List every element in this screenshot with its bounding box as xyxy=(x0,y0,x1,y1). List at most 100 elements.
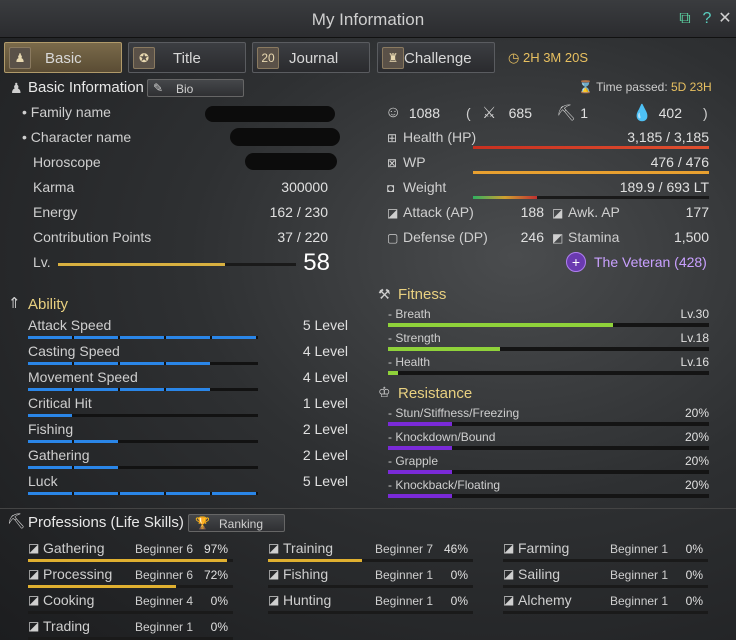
profession-grade: Beginner 1 xyxy=(375,568,434,582)
ap-label: Attack (AP) xyxy=(403,204,474,220)
time-passed: ⌛ Time passed: 5D 23H xyxy=(578,80,712,94)
profession-label[interactable]: Cooking xyxy=(43,592,94,608)
ability-bar-segment xyxy=(166,388,210,391)
contribution-points-label: Contribution Points xyxy=(33,229,152,245)
tab-basic-label: Basic xyxy=(45,50,82,67)
resistance-value: 20% xyxy=(684,430,709,444)
ability-bar-segment xyxy=(74,466,118,469)
profession-label[interactable]: Fishing xyxy=(283,566,328,582)
resistance-value: 20% xyxy=(684,406,709,420)
tab-title[interactable]: ✪ Title xyxy=(128,42,246,73)
dp-label: Defense (DP) xyxy=(403,229,488,245)
tab-challenge[interactable]: ♜ Challenge xyxy=(377,42,495,73)
profession-label[interactable]: Sailing xyxy=(518,566,560,582)
profession-label[interactable]: Gathering xyxy=(43,540,104,556)
life-stat: 1 xyxy=(580,105,588,121)
ability-bar-segment xyxy=(212,336,256,339)
ability-bar xyxy=(28,414,258,417)
redacted-horoscope xyxy=(245,153,337,170)
profession-bar xyxy=(268,585,473,588)
trophy-icon: 🏆 xyxy=(195,516,210,530)
resistance-value: 20% xyxy=(684,478,709,492)
ranking-button[interactable]: 🏆 Ranking xyxy=(188,514,285,532)
pickaxe-icon: ⛏ xyxy=(7,513,27,530)
medal-icon: ✪ xyxy=(133,47,155,69)
profession-label[interactable]: Trading xyxy=(43,618,90,634)
ability-bar xyxy=(28,440,258,443)
fitness-bar-fill xyxy=(388,371,398,375)
plus-icon: ⊞ xyxy=(387,131,398,145)
weight-fill xyxy=(473,196,537,199)
profession-label[interactable]: Hunting xyxy=(283,592,331,608)
tab-journal[interactable]: 20 Journal xyxy=(252,42,370,73)
help-icon[interactable]: ? xyxy=(698,10,716,28)
wp-label: WP xyxy=(403,154,426,170)
family-name-label: Family name xyxy=(30,104,111,120)
ability-bar-segment xyxy=(74,414,118,417)
title-bar[interactable]: My Information ⧉ ? ✕ xyxy=(0,0,736,38)
calendar-icon: 20 xyxy=(257,47,279,69)
ability-bar-segment xyxy=(166,336,210,339)
level-progress-fill xyxy=(58,263,225,266)
profession-grade: Beginner 1 xyxy=(610,594,669,608)
equipped-title[interactable]: The Veteran (428) xyxy=(594,254,707,270)
close-icon[interactable]: ✕ xyxy=(716,10,734,28)
profession-percent: 0% xyxy=(685,594,703,608)
level-value: 58 xyxy=(303,249,330,276)
profession-label[interactable]: Alchemy xyxy=(518,592,572,608)
quill-icon: ✎ xyxy=(153,81,164,95)
ability-bar-segment xyxy=(120,388,164,391)
resistance-value: 20% xyxy=(684,454,709,468)
ability-bar-segment xyxy=(166,466,210,469)
profession-label[interactable]: Farming xyxy=(518,540,569,556)
ability-bar-segment xyxy=(212,362,256,365)
divider xyxy=(0,508,736,509)
profession-grade: Beginner 1 xyxy=(135,620,194,634)
profession-percent: 72% xyxy=(203,568,228,582)
ability-bar-segment xyxy=(28,492,72,495)
profession-grade: Beginner 1 xyxy=(610,542,669,556)
ability-label: Casting Speed xyxy=(28,343,120,359)
resistance-bar-fill xyxy=(388,494,453,498)
title-badge-icon: + xyxy=(566,252,586,272)
profession-icon: ◪ xyxy=(268,541,280,555)
arrow-up-icon: ⇑ xyxy=(8,295,21,312)
fitness-bar-fill xyxy=(388,347,501,351)
combat-stat: 685 xyxy=(508,105,532,121)
resistance-label: - Stun/Stiffness/Freezing xyxy=(388,406,520,420)
drop-icon: 💧 xyxy=(632,105,652,122)
bullet-icon: • xyxy=(22,104,31,120)
profession-label[interactable]: Processing xyxy=(43,566,112,582)
professions-title: Professions (Life Skills) xyxy=(28,514,184,531)
ability-level: 5 Level xyxy=(302,317,348,333)
ability-bar-segment xyxy=(74,492,118,495)
ability-bar-segment xyxy=(212,440,256,443)
profession-grade: Beginner 1 xyxy=(375,594,434,608)
profession-bar xyxy=(503,611,708,614)
ability-bar xyxy=(28,362,258,365)
profession-percent: 97% xyxy=(203,542,228,556)
ability-level: 5 Level xyxy=(302,473,348,489)
energy-label: Energy xyxy=(33,204,78,220)
profession-percent: 0% xyxy=(210,620,228,634)
ability-bar-segment xyxy=(166,414,210,417)
stamina-label: Stamina xyxy=(568,229,620,245)
ability-bar-segment xyxy=(212,414,256,417)
resistance-title: Resistance xyxy=(398,385,473,402)
dumbbell-icon: ⚒ xyxy=(378,286,391,302)
weight-label: Weight xyxy=(403,179,447,195)
profession-grade: Beginner 7 xyxy=(375,542,434,556)
resistance-label: - Knockback/Floating xyxy=(388,478,501,492)
ability-bar-segment xyxy=(28,362,72,365)
weight-icon: ◘ xyxy=(387,181,395,195)
resistance-label: - Knockdown/Bound xyxy=(388,430,496,444)
profession-icon: ◪ xyxy=(28,541,40,555)
awk-ap-label: Awk. AP xyxy=(568,204,620,220)
profession-bar xyxy=(503,585,708,588)
tab-basic[interactable]: ♟ Basic xyxy=(4,42,122,73)
ability-bar-segment xyxy=(120,336,164,339)
popout-icon[interactable]: ⧉ xyxy=(676,10,694,28)
people-icon: ☺ xyxy=(385,104,402,121)
bio-button[interactable]: ✎ Bio xyxy=(147,79,244,97)
profession-label[interactable]: Training xyxy=(283,540,333,556)
